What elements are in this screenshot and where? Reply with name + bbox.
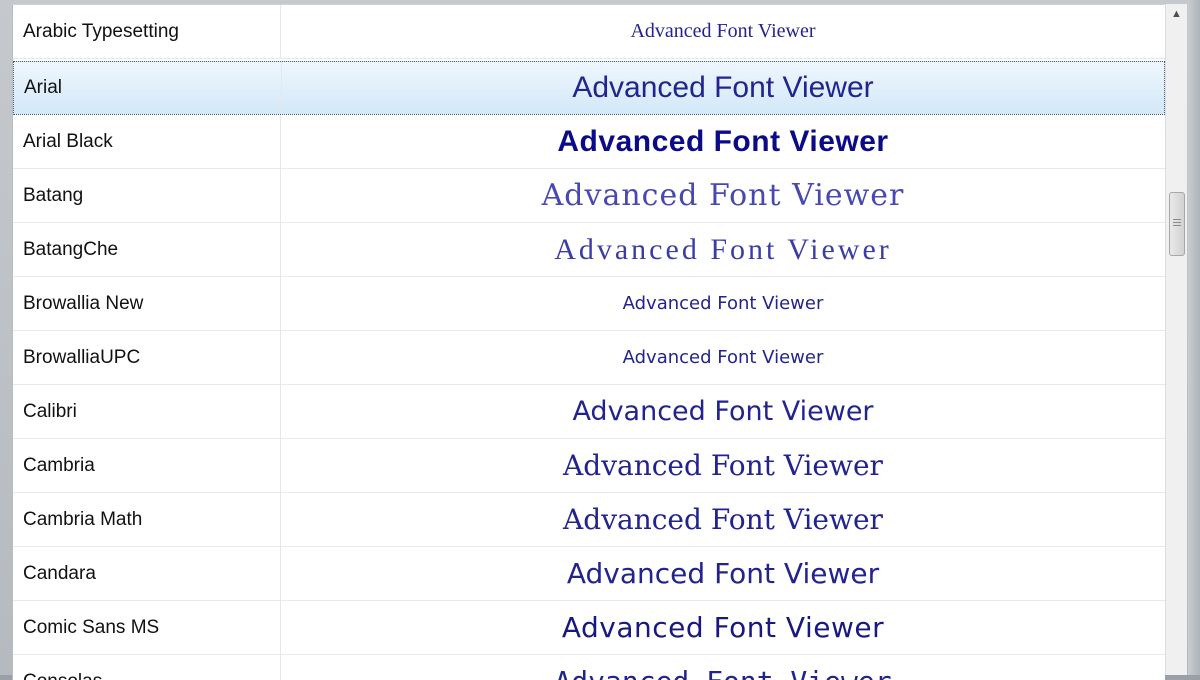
font-name: Cambria Math — [23, 508, 143, 530]
font-name: BatangChe — [23, 238, 119, 260]
font-preview: Advanced Font Viewer — [557, 124, 889, 158]
font-row[interactable]: BrowalliaUPC Advanced Font Viewer — [13, 331, 1165, 385]
font-name: BrowalliaUPC — [23, 346, 141, 368]
font-preview: Advanced Font Viewer — [563, 503, 883, 536]
font-row[interactable]: Calibri Advanced Font Viewer — [13, 385, 1165, 439]
font-row-selected[interactable]: Arial Advanced Font Viewer — [13, 61, 1165, 115]
font-preview: Advanced Font Viewer — [572, 71, 874, 104]
font-name: Arial Black — [23, 130, 113, 152]
font-name: Batang — [23, 184, 84, 206]
font-name: Comic Sans MS — [23, 616, 160, 638]
font-name: Arial — [24, 77, 63, 98]
font-row[interactable]: Comic Sans MS Advanced Font Viewer — [13, 601, 1165, 655]
scroll-up-arrow-icon[interactable]: ▲ — [1166, 4, 1187, 24]
font-row[interactable]: Batang Advanced Font Viewer — [13, 169, 1165, 223]
font-preview: Advanced Font Viewer — [630, 20, 816, 42]
font-row[interactable]: BatangChe Advanced Font Viewer — [13, 223, 1165, 277]
font-name: Browallia New — [23, 292, 144, 314]
font-row[interactable]: Arabic Typesetting Advanced Font Viewer — [13, 5, 1165, 59]
font-preview: Advanced Font Viewer — [572, 396, 874, 427]
font-preview: Advanced Font Viewer — [281, 655, 1165, 680]
font-preview: Advanced Font Viewer — [566, 557, 880, 590]
font-row[interactable]: Consolas Advanced Font Viewer — [13, 655, 1165, 680]
font-preview: Advanced Font Viewer — [554, 232, 892, 266]
font-list[interactable]: Arabic Typesetting Advanced Font Viewer … — [12, 4, 1165, 680]
font-name: Consolas — [23, 655, 278, 680]
window-border — [1188, 0, 1200, 675]
font-name: Calibri — [23, 400, 77, 422]
font-row[interactable]: Arial Black Advanced Font Viewer — [13, 115, 1165, 169]
font-row[interactable]: Browallia New Advanced Font Viewer — [13, 277, 1165, 331]
font-name: Cambria — [23, 454, 95, 476]
font-preview: Advanced Font Viewer — [561, 611, 885, 644]
font-name: Candara — [23, 562, 96, 584]
grip-line — [1173, 222, 1181, 223]
font-name: Arabic Typesetting — [23, 20, 179, 42]
vertical-scrollbar[interactable]: ▲ — [1165, 4, 1187, 675]
font-row[interactable]: Cambria Advanced Font Viewer — [13, 439, 1165, 493]
font-preview: Advanced Font Viewer — [563, 449, 883, 482]
font-preview: Advanced Font Viewer — [541, 178, 905, 213]
font-row[interactable]: Cambria Math Advanced Font Viewer — [13, 493, 1165, 547]
font-preview: Advanced Font Viewer — [622, 347, 824, 368]
grip-line — [1173, 219, 1181, 220]
font-row[interactable]: Candara Advanced Font Viewer — [13, 547, 1165, 601]
font-preview: Advanced Font Viewer — [622, 293, 824, 314]
scroll-thumb[interactable] — [1169, 192, 1185, 256]
grip-line — [1173, 225, 1181, 226]
